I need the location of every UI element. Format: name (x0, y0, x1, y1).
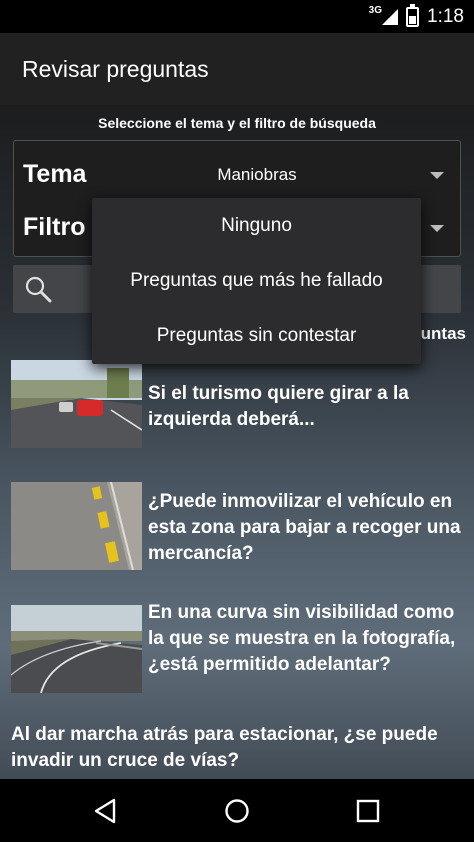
filtro-dropdown-menu: Ninguno Preguntas que más he fallado Pre… (92, 198, 421, 364)
status-clock: 1:18 (427, 5, 464, 27)
question-thumbnail (11, 360, 142, 448)
page-title: Revisar preguntas (22, 55, 209, 82)
tema-label: Tema (23, 160, 87, 188)
signal-icon (382, 8, 399, 25)
question-text: ¿Puede inmovilizar el vehículo en esta z… (148, 491, 461, 564)
question-list-item[interactable]: En una curva sin visibilidad como la que… (0, 602, 474, 702)
filtro-label: Filtro (23, 213, 86, 241)
question-thumbnail (11, 482, 142, 570)
status-bar: 3G 1:18 (0, 0, 474, 33)
question-text: En una curva sin visibilidad como la que… (148, 602, 456, 675)
home-icon[interactable] (221, 795, 253, 827)
filtro-option-mas-fallado[interactable]: Preguntas que más he fallado (92, 253, 421, 308)
result-count-label: untas (420, 324, 466, 343)
filtro-option-ninguno[interactable]: Ninguno (92, 198, 421, 253)
battery-icon (406, 3, 420, 27)
question-list-item[interactable]: Al dar marcha atrás para estacionar, ¿se… (0, 722, 474, 779)
question-thumbnail (11, 605, 142, 693)
question-text: Si el turismo quiere girar a la izquierd… (148, 383, 409, 430)
tema-spinner[interactable]: Maniobras (164, 165, 350, 185)
question-list-item[interactable]: ¿Puede inmovilizar el vehículo en esta z… (0, 482, 474, 582)
search-icon (25, 276, 52, 303)
app-bar: Revisar preguntas (0, 33, 474, 105)
back-icon[interactable] (90, 795, 122, 827)
network-type-label: 3G (368, 5, 383, 16)
tema-dropdown-arrow-icon[interactable] (430, 172, 444, 179)
question-list-item[interactable]: Si el turismo quiere girar a la izquierd… (0, 360, 474, 460)
question-text: Al dar marcha atrás para estacionar, ¿se… (11, 724, 438, 771)
filtro-option-sin-contestar[interactable]: Preguntas sin contestar (92, 308, 421, 363)
filtro-dropdown-arrow-icon[interactable] (430, 225, 444, 232)
navigation-bar (0, 779, 474, 842)
recents-icon[interactable] (352, 795, 384, 827)
filter-instruction: Seleccione el tema y el filtro de búsque… (98, 115, 376, 131)
